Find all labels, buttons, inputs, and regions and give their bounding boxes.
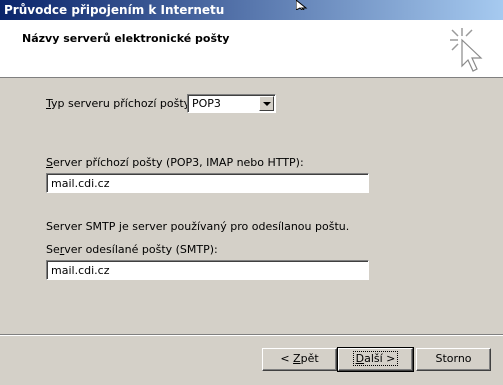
incoming-server-type-select[interactable]: POP3 (187, 94, 276, 113)
outgoing-server-input[interactable]: mail.cdi.cz (46, 260, 369, 280)
mouse-cursor-icon (296, 0, 308, 10)
footer-divider-highlight (0, 335, 503, 336)
dropdown-arrow-button[interactable] (259, 96, 274, 111)
window-title: Průvodce připojením k Internetu (4, 3, 225, 17)
incoming-server-type-value: POP3 (192, 97, 221, 110)
chevron-down-icon (263, 102, 271, 106)
incoming-server-type-label: Typ serveru příchozí pošty: (46, 97, 194, 110)
next-button-focus: Další > (352, 351, 399, 366)
wizard-header: Názvy serverů elektronické pošty (0, 20, 503, 78)
outgoing-server-label: Server odesílané pošty (SMTP): (46, 243, 218, 256)
back-button[interactable]: < Zpět (262, 348, 337, 371)
title-bar[interactable]: Průvodce připojením k Internetu (0, 0, 503, 20)
incoming-server-input[interactable]: mail.cdi.cz (46, 173, 369, 193)
page-title: Názvy serverů elektronické pošty (22, 32, 230, 45)
incoming-server-label: Server příchozí pošty (POP3, IMAP nebo H… (46, 156, 304, 169)
next-button[interactable]: Další > (337, 347, 414, 372)
cancel-button[interactable]: Storno (416, 348, 491, 371)
wizard-pointer-sparkle-icon (450, 28, 483, 72)
smtp-info-text: Server SMTP je server používaný pro odes… (46, 220, 350, 233)
